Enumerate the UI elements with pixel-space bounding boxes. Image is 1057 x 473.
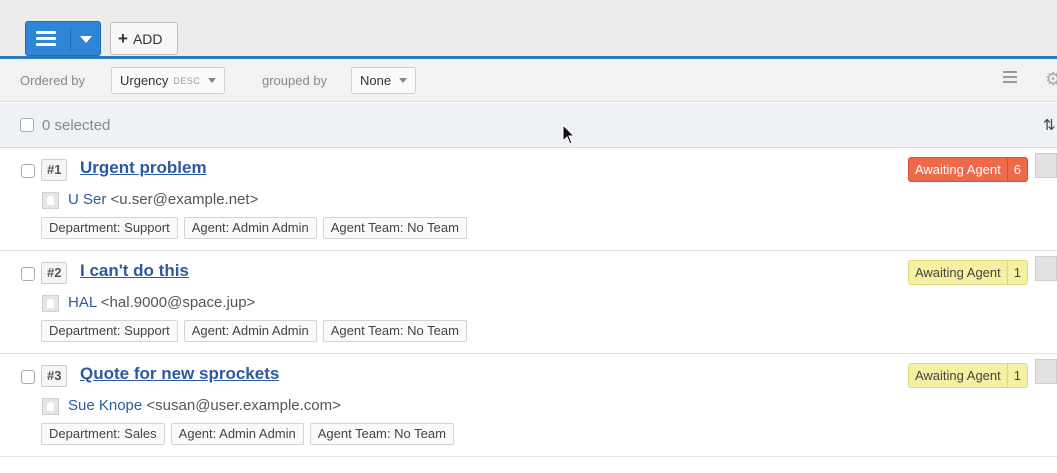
status-label: Awaiting Agent xyxy=(914,265,1001,280)
grouped-by-label: grouped by xyxy=(262,73,328,88)
menu-dropdown-button[interactable] xyxy=(25,21,101,56)
status-badge: Awaiting Agent 6 xyxy=(907,157,1028,182)
sort-direction: DESC xyxy=(173,75,201,86)
chevron-down-icon xyxy=(208,78,217,83)
status-label: Awaiting Agent xyxy=(914,368,1001,383)
user-avatar-icon xyxy=(42,192,59,209)
person-email: <susan@user.example.com> xyxy=(146,397,341,414)
ticket-row[interactable]: #3 Quote for new sprockets Sue Knope <su… xyxy=(0,354,1057,457)
status-badge: Awaiting Agent 1 xyxy=(907,260,1028,285)
status-count: 1 xyxy=(1006,261,1027,284)
person-name-link[interactable]: Sue Knope xyxy=(68,397,142,414)
person-email: <hal.9000@space.jup> xyxy=(100,294,256,311)
tag-department[interactable]: Department: Sales xyxy=(41,423,165,445)
add-button-label: ADD xyxy=(132,30,163,47)
ticket-tags: Department: Support Agent: Admin Admin A… xyxy=(41,217,467,239)
order-by-select[interactable]: Urgency DESC xyxy=(111,67,226,94)
ticket-subject-link[interactable]: Quote for new sprockets xyxy=(80,364,279,384)
status-count: 6 xyxy=(1006,158,1027,181)
agent-avatar-icon xyxy=(1035,256,1057,281)
select-all-checkbox[interactable] xyxy=(20,118,34,132)
tag-agent-team[interactable]: Agent Team: No Team xyxy=(322,217,467,239)
ticket-person: U Ser <u.ser@example.net> xyxy=(68,191,258,208)
ticket-person: Sue Knope <susan@user.example.com> xyxy=(68,397,341,414)
ticket-subject-link[interactable]: Urgent problem xyxy=(80,158,207,178)
list-view-icon[interactable] xyxy=(999,71,1017,87)
selected-count: 0 selected xyxy=(42,117,111,134)
tag-agent-team[interactable]: Agent Team: No Team xyxy=(322,320,467,342)
ticket-row[interactable]: #2 I can't do this HAL <hal.9000@space.j… xyxy=(0,251,1057,354)
tag-department[interactable]: Department: Support xyxy=(41,217,178,239)
ordered-by-label: Ordered by xyxy=(20,73,86,88)
tag-agent[interactable]: Agent: Admin Admin xyxy=(170,423,304,445)
gear-icon[interactable]: ⚙ xyxy=(1045,69,1057,90)
user-avatar-icon xyxy=(42,398,59,415)
tag-agent[interactable]: Agent: Admin Admin xyxy=(183,217,317,239)
ticket-number: #3 xyxy=(41,365,68,387)
hamburger-menu-icon xyxy=(36,31,56,47)
person-name-link[interactable]: HAL xyxy=(68,294,97,311)
tag-agent[interactable]: Agent: Admin Admin xyxy=(183,320,317,342)
status-label: Awaiting Agent xyxy=(914,162,1001,177)
ticket-tags: Department: Sales Agent: Admin Admin Age… xyxy=(41,423,454,445)
sort-icon[interactable]: ⇅ xyxy=(1043,116,1056,134)
caret-down-icon xyxy=(80,36,92,43)
group-by-select[interactable]: None xyxy=(351,67,417,94)
status-count: 1 xyxy=(1006,364,1027,387)
mouse-cursor-icon xyxy=(562,124,576,145)
user-avatar-icon xyxy=(42,295,59,312)
person-name-link[interactable]: U Ser xyxy=(68,191,106,208)
selection-bar: 0 selected ⇅ xyxy=(0,103,1057,148)
ticket-person: HAL <hal.9000@space.jup> xyxy=(68,294,255,311)
add-button[interactable]: + ADD xyxy=(110,22,178,55)
ticket-checkbox[interactable] xyxy=(21,164,35,178)
person-email: <u.ser@example.net> xyxy=(110,191,259,208)
agent-avatar-icon xyxy=(1035,153,1057,178)
chevron-down-icon xyxy=(399,78,408,83)
order-by-value: Urgency xyxy=(120,73,169,88)
tag-agent-team[interactable]: Agent Team: No Team xyxy=(309,423,454,445)
group-by-value: None xyxy=(360,73,392,88)
button-separator xyxy=(70,28,71,50)
plus-icon: + xyxy=(118,29,128,48)
ticket-checkbox[interactable] xyxy=(21,370,35,384)
ticket-number: #1 xyxy=(41,159,68,181)
ticket-subject-link[interactable]: I can't do this xyxy=(80,261,189,281)
ticket-number: #2 xyxy=(41,262,68,284)
status-badge: Awaiting Agent 1 xyxy=(907,363,1028,388)
order-bar: Ordered by Urgency DESC grouped by None xyxy=(0,59,1057,102)
tag-department[interactable]: Department: Support xyxy=(41,320,178,342)
ticket-row[interactable]: #1 Urgent problem U Ser <u.ser@example.n… xyxy=(0,148,1057,251)
ticket-tags: Department: Support Agent: Admin Admin A… xyxy=(41,320,467,342)
agent-avatar-icon xyxy=(1035,359,1057,384)
ticket-checkbox[interactable] xyxy=(21,267,35,281)
top-toolbar: + ADD xyxy=(0,0,1057,59)
